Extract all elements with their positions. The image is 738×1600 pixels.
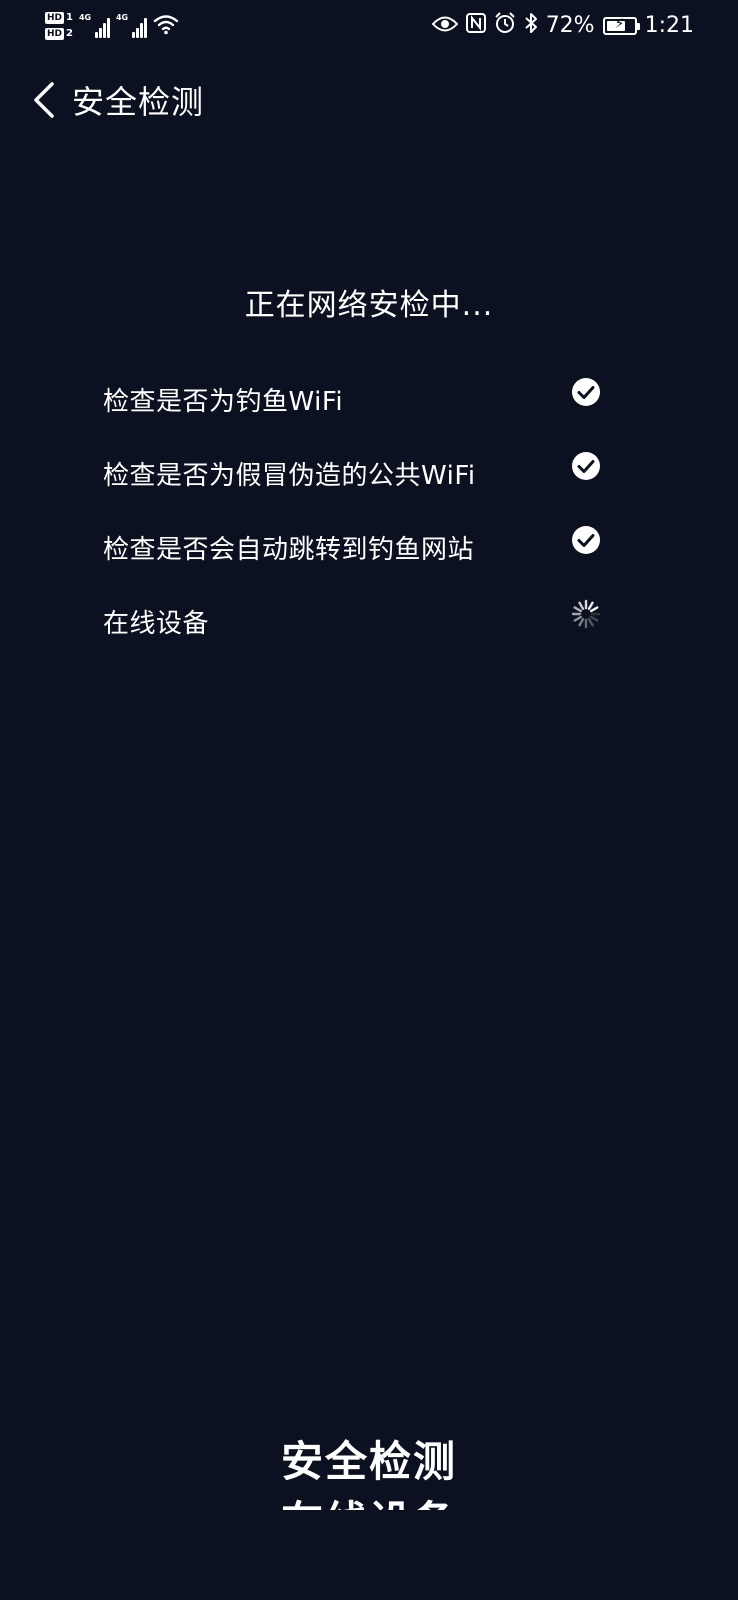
back-button[interactable] (24, 75, 64, 125)
eye-icon (431, 14, 459, 39)
check-item: 检查是否为钓鱼WiFi (103, 362, 601, 436)
sim2-hd-label: HD (45, 28, 65, 40)
spinner-segment (573, 606, 583, 613)
clock: 1:21 (644, 13, 694, 38)
check-done-icon (571, 377, 601, 407)
check-item: 检查是否为假冒伪造的公共WiFi (103, 436, 601, 510)
spinner-segment (578, 617, 585, 627)
spinner-segment (587, 617, 594, 627)
battery-percent: 72% (545, 13, 595, 38)
signal-bar (94, 32, 98, 38)
signal-bar (102, 23, 106, 38)
check-done-icon (571, 525, 601, 555)
check-done-icon (571, 451, 601, 481)
check-label: 检查是否会自动跳转到钓鱼网站 (103, 534, 475, 565)
status-bar: HD 1 HD 2 4G 4G 72% ⚡ 1:21 (0, 0, 738, 52)
check-label: 检查是否为假冒伪造的公共WiFi (103, 460, 476, 491)
nfc-icon (465, 13, 486, 39)
signal-bar (139, 23, 143, 38)
app-header: 安全检测 (0, 70, 738, 130)
check-item: 检查是否会自动跳转到钓鱼网站 (103, 510, 601, 584)
loading-spinner-icon (571, 599, 601, 629)
status-bar-right: 72% ⚡ 1:21 (431, 6, 694, 46)
signal-bar (143, 18, 147, 38)
sim1-hd-label: HD (45, 12, 65, 24)
scan-status-text: 正在网络安检中... (244, 288, 494, 323)
signal-bar (106, 18, 110, 38)
signal-bar (131, 32, 135, 38)
chevron-left-icon (34, 82, 54, 118)
overlay-line-2: 在线设备 (0, 1492, 738, 1510)
wifi-icon (153, 13, 179, 39)
sim-indicators: HD 1 HD 2 (45, 12, 73, 40)
check-label: 在线设备 (103, 608, 210, 639)
bottom-overlay-text: 安全检测 在线设备 (0, 1432, 738, 1510)
sim2-hd-badge: HD 2 (45, 28, 73, 40)
bluetooth-icon (524, 12, 538, 40)
check-label: 检查是否为钓鱼WiFi (103, 386, 344, 417)
sim2-network-label: 4G (115, 13, 129, 22)
status-bar-left: HD 1 HD 2 4G 4G (45, 6, 179, 46)
sim1-index: 1 (66, 12, 73, 23)
charging-bolt-icon: ⚡ (614, 16, 625, 32)
spinner-segment (589, 615, 599, 622)
alarm-icon (494, 12, 516, 40)
check-item: 在线设备 (103, 584, 601, 658)
sim2-signal-icon: 4G (116, 14, 147, 38)
spinner-segment (589, 606, 599, 613)
spinner-segment (573, 615, 583, 622)
spinner-segment (578, 601, 585, 611)
signal-bar (135, 28, 139, 38)
sim2-index: 2 (66, 28, 73, 39)
check-list: 检查是否为钓鱼WiFi 检查是否为假冒伪造的公共WiFi 检查是否会自动跳转到钓… (103, 362, 601, 658)
spinner-segment (587, 601, 594, 611)
sim1-signal-icon: 4G (79, 14, 110, 38)
battery-charging-icon: ⚡ (602, 16, 640, 35)
signal-bar (98, 28, 102, 38)
overlay-line-1: 安全检测 (280, 1437, 457, 1486)
sim1-network-label: 4G (78, 13, 92, 22)
page-title: 安全检测 (72, 83, 205, 121)
sim1-hd-badge: HD 1 (45, 12, 73, 24)
